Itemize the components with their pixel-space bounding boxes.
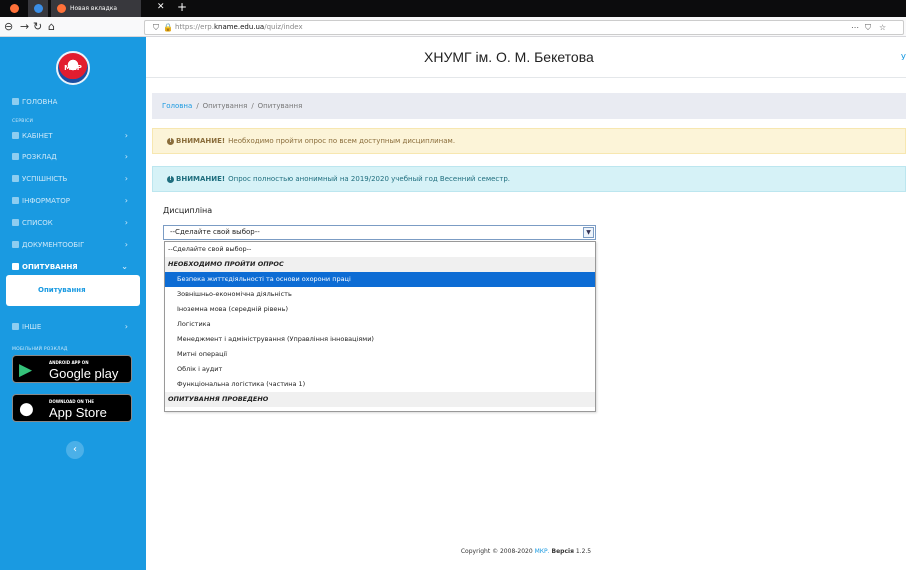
dropdown-option[interactable]: Іноземна мова (середній рівень) [165, 302, 595, 317]
discipline-select[interactable]: --Сделайте свой выбор-- ▼ [163, 225, 596, 240]
url-bar[interactable]: ⛉ 🔒 https://erp.kname.edu.ua/quiz/index … [144, 20, 904, 35]
home-icon [12, 98, 19, 105]
google-play-badge[interactable]: ▶ ANDROID APP ON Google play [12, 355, 132, 383]
discipline-dropdown-list: --Сделайте свой выбор-- НЕОБХОДИМО ПРОЙТ… [164, 241, 596, 412]
breadcrumb: Головна / Опитування / Опитування [152, 93, 906, 119]
survey-icon [12, 263, 19, 270]
user-icon [12, 132, 19, 139]
dropdown-group-required: НЕОБХОДИМО ПРОЙТИ ОПРОС [165, 257, 595, 272]
calendar-icon [12, 153, 19, 160]
back-icon[interactable]: ⊖ [4, 19, 13, 35]
home-icon[interactable]: ⌂ [48, 19, 55, 35]
url-text[interactable]: https://erp.kname.edu.ua/quiz/index [175, 23, 303, 31]
sidebar-item-surveys[interactable]: ОПИТУВАННЯ ⌄ [0, 258, 146, 275]
dropdown-option[interactable]: Менеджмент і адміністрування (Управління… [165, 332, 595, 347]
sidebar-item-schedule[interactable]: РОЗКЛАД › [0, 148, 146, 165]
page-title: ХНУМГ ім. О. М. Бекетова [424, 49, 594, 65]
gear-icon [12, 323, 19, 330]
sidebar-item-cabinet[interactable]: КАБІНЕТ › [0, 127, 146, 144]
pocket-icon[interactable]: ⛉ [865, 23, 871, 33]
exclamation-icon: ! [167, 137, 174, 145]
graduation-icon [12, 175, 19, 182]
list-icon [12, 219, 19, 226]
sidebar-item-other[interactable]: ІНШЕ › [0, 318, 146, 335]
dropdown-option[interactable]: Митні операції [165, 347, 595, 362]
sidebar-item-list[interactable]: СПИСОК › [0, 214, 146, 231]
folder-icon [12, 241, 19, 248]
chevron-right-icon: › [124, 240, 128, 249]
play-icon: ▶ [19, 360, 33, 380]
dropdown-option[interactable]: Функціональна логістика (частина 1) [165, 377, 595, 392]
tab-title: Новая вкладка [70, 5, 118, 12]
dropdown-option[interactable]: Логістика [165, 317, 595, 332]
chevron-down-icon: ⌄ [121, 262, 128, 271]
warning-alert: ! ВНИМАНИЕ! Необходимо пройти опрос по в… [152, 128, 906, 154]
breadcrumb-surveys: Опитування [202, 102, 248, 110]
firefox-icon [57, 4, 66, 13]
chevron-right-icon: › [124, 218, 128, 227]
chevron-right-icon: › [124, 322, 128, 331]
tab-new-tab[interactable]: Новая вкладка [51, 0, 141, 17]
dropdown-group-completed: ОПИТУВАННЯ ПРОВЕДЕНО [165, 392, 595, 407]
forward-icon[interactable]: → [20, 19, 29, 35]
discipline-label: Дисципліна [163, 206, 213, 215]
exclamation-icon: ! [167, 175, 174, 183]
chevron-left-icon: ‹ [73, 444, 77, 455]
chevron-right-icon: › [124, 131, 128, 140]
dropdown-option[interactable]: Облік і аудит [165, 362, 595, 377]
app-store-badge[interactable]: ● DOWNLOAD ON THE App Store [12, 394, 132, 422]
logo[interactable]: МКР [56, 51, 90, 85]
chevron-right-icon: › [124, 174, 128, 183]
sidebar-item-home[interactable]: ГОЛОВНА [0, 93, 146, 110]
section-label-services: СЕРВІСИ [12, 119, 34, 124]
sidebar: МКР ГОЛОВНА СЕРВІСИ КАБІНЕТ › РОЗКЛАД › … [0, 37, 146, 570]
lock-icon: 🔒 [163, 23, 173, 32]
browser-nav-bar: ⊖ → ↻ ⌂ ⛉ 🔒 https://erp.kname.edu.ua/qui… [0, 17, 906, 37]
collapse-sidebar-button[interactable]: ‹ [66, 441, 84, 459]
new-tab-icon[interactable]: + [177, 0, 187, 14]
page-header: ХНУМГ ім. О. М. Бекетова У [146, 37, 906, 78]
header-user-link[interactable]: У [901, 53, 906, 62]
shield-icon[interactable]: ⛉ [153, 23, 159, 33]
more-icon[interactable]: ⋯ [851, 23, 859, 32]
footer-brand-link[interactable]: МКР. [535, 548, 550, 555]
sidebar-item-grades[interactable]: УСПІШНІСТЬ › [0, 170, 146, 187]
info-alert: ! ВНИМАНИЕ! Опрос полностью анонимный на… [152, 166, 906, 192]
close-tab-icon[interactable]: ✕ [157, 2, 165, 12]
dropdown-option-placeholder[interactable]: --Сделайте свой выбор-- [165, 242, 595, 257]
chevron-down-icon[interactable]: ▼ [583, 227, 594, 238]
breadcrumb-home[interactable]: Головна [162, 102, 192, 110]
chevron-right-icon: › [124, 196, 128, 205]
dropdown-option[interactable]: Зовнішньо-економічна діяльність [165, 287, 595, 302]
browser-tab-bar: Новая вкладка ✕ + [0, 0, 906, 17]
footer: Copyright © 2008-2020 МКР. Версія 1.2.5 [460, 548, 592, 555]
breadcrumb-current: Опитування [257, 102, 303, 110]
sidebar-item-documents[interactable]: ДОКУМЕНТООБІГ › [0, 236, 146, 253]
section-label-mobile: МОБІЛЬНИЙ РОЗКЛАД [12, 347, 68, 352]
apple-icon: ● [19, 399, 34, 419]
chevron-right-icon: › [124, 152, 128, 161]
reload-icon[interactable]: ↻ [33, 19, 42, 35]
sidebar-subitem-surveys[interactable]: Опитування [6, 275, 140, 306]
pinned-tab-icon[interactable] [28, 0, 48, 17]
firefox-icon[interactable] [4, 0, 24, 17]
sidebar-item-informer[interactable]: ІНФОРМАТОР › [0, 192, 146, 209]
bookmark-star-icon[interactable]: ☆ [879, 23, 886, 32]
dropdown-option[interactable]: Безпека життєдіяльності та основи охорон… [165, 272, 595, 287]
news-icon [12, 197, 19, 204]
